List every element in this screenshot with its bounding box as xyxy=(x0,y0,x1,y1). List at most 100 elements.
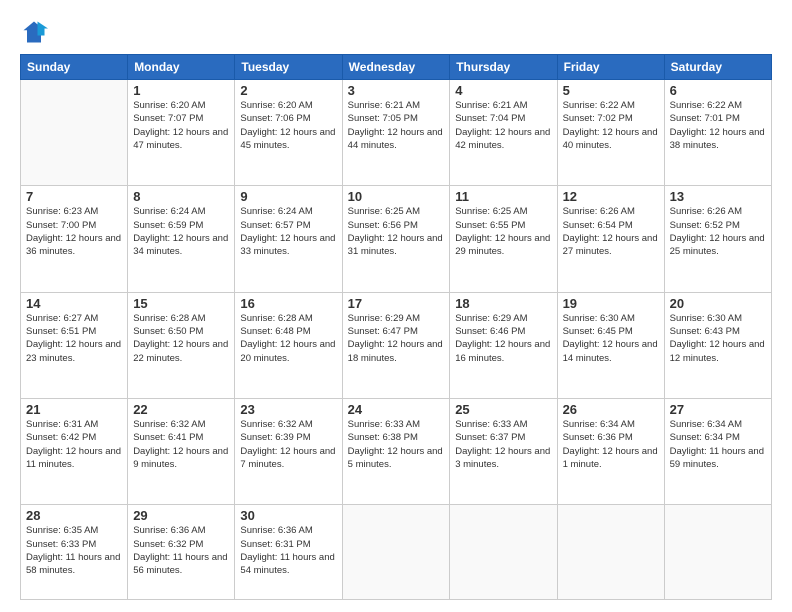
week-row-5: 28Sunrise: 6:35 AMSunset: 6:33 PMDayligh… xyxy=(21,505,772,600)
calendar-cell: 16Sunrise: 6:28 AMSunset: 6:48 PMDayligh… xyxy=(235,292,342,398)
weekday-header-thursday: Thursday xyxy=(450,55,557,80)
day-info: Sunrise: 6:35 AMSunset: 6:33 PMDaylight:… xyxy=(26,524,122,577)
day-info: Sunrise: 6:34 AMSunset: 6:34 PMDaylight:… xyxy=(670,418,766,471)
calendar-cell: 11Sunrise: 6:25 AMSunset: 6:55 PMDayligh… xyxy=(450,186,557,292)
day-number: 4 xyxy=(455,83,551,98)
calendar-cell: 24Sunrise: 6:33 AMSunset: 6:38 PMDayligh… xyxy=(342,399,450,505)
day-number: 15 xyxy=(133,296,229,311)
calendar-cell: 22Sunrise: 6:32 AMSunset: 6:41 PMDayligh… xyxy=(128,399,235,505)
day-info: Sunrise: 6:22 AMSunset: 7:02 PMDaylight:… xyxy=(563,99,659,152)
day-info: Sunrise: 6:23 AMSunset: 7:00 PMDaylight:… xyxy=(26,205,122,258)
day-info: Sunrise: 6:26 AMSunset: 6:52 PMDaylight:… xyxy=(670,205,766,258)
day-number: 6 xyxy=(670,83,766,98)
day-info: Sunrise: 6:21 AMSunset: 7:05 PMDaylight:… xyxy=(348,99,445,152)
day-info: Sunrise: 6:31 AMSunset: 6:42 PMDaylight:… xyxy=(26,418,122,471)
calendar-cell: 29Sunrise: 6:36 AMSunset: 6:32 PMDayligh… xyxy=(128,505,235,600)
day-number: 3 xyxy=(348,83,445,98)
day-info: Sunrise: 6:32 AMSunset: 6:39 PMDaylight:… xyxy=(240,418,336,471)
calendar-cell: 1Sunrise: 6:20 AMSunset: 7:07 PMDaylight… xyxy=(128,80,235,186)
weekday-header-row: SundayMondayTuesdayWednesdayThursdayFrid… xyxy=(21,55,772,80)
day-number: 18 xyxy=(455,296,551,311)
calendar-cell xyxy=(342,505,450,600)
calendar-cell: 20Sunrise: 6:30 AMSunset: 6:43 PMDayligh… xyxy=(664,292,771,398)
weekday-header-friday: Friday xyxy=(557,55,664,80)
calendar-cell: 6Sunrise: 6:22 AMSunset: 7:01 PMDaylight… xyxy=(664,80,771,186)
day-info: Sunrise: 6:22 AMSunset: 7:01 PMDaylight:… xyxy=(670,99,766,152)
calendar-cell: 23Sunrise: 6:32 AMSunset: 6:39 PMDayligh… xyxy=(235,399,342,505)
calendar-cell: 13Sunrise: 6:26 AMSunset: 6:52 PMDayligh… xyxy=(664,186,771,292)
day-info: Sunrise: 6:29 AMSunset: 6:46 PMDaylight:… xyxy=(455,312,551,365)
logo xyxy=(20,18,52,46)
day-number: 9 xyxy=(240,189,336,204)
header xyxy=(20,18,772,46)
day-number: 11 xyxy=(455,189,551,204)
weekday-header-tuesday: Tuesday xyxy=(235,55,342,80)
weekday-header-sunday: Sunday xyxy=(21,55,128,80)
calendar-cell: 15Sunrise: 6:28 AMSunset: 6:50 PMDayligh… xyxy=(128,292,235,398)
calendar-cell: 21Sunrise: 6:31 AMSunset: 6:42 PMDayligh… xyxy=(21,399,128,505)
day-info: Sunrise: 6:21 AMSunset: 7:04 PMDaylight:… xyxy=(455,99,551,152)
day-info: Sunrise: 6:30 AMSunset: 6:43 PMDaylight:… xyxy=(670,312,766,365)
day-number: 1 xyxy=(133,83,229,98)
calendar-cell xyxy=(21,80,128,186)
day-info: Sunrise: 6:25 AMSunset: 6:55 PMDaylight:… xyxy=(455,205,551,258)
day-number: 10 xyxy=(348,189,445,204)
day-info: Sunrise: 6:24 AMSunset: 6:59 PMDaylight:… xyxy=(133,205,229,258)
day-info: Sunrise: 6:27 AMSunset: 6:51 PMDaylight:… xyxy=(26,312,122,365)
calendar-cell: 26Sunrise: 6:34 AMSunset: 6:36 PMDayligh… xyxy=(557,399,664,505)
weekday-header-wednesday: Wednesday xyxy=(342,55,450,80)
calendar-cell: 12Sunrise: 6:26 AMSunset: 6:54 PMDayligh… xyxy=(557,186,664,292)
day-number: 16 xyxy=(240,296,336,311)
day-info: Sunrise: 6:29 AMSunset: 6:47 PMDaylight:… xyxy=(348,312,445,365)
day-info: Sunrise: 6:28 AMSunset: 6:50 PMDaylight:… xyxy=(133,312,229,365)
day-info: Sunrise: 6:33 AMSunset: 6:38 PMDaylight:… xyxy=(348,418,445,471)
day-number: 20 xyxy=(670,296,766,311)
weekday-header-saturday: Saturday xyxy=(664,55,771,80)
calendar-cell: 18Sunrise: 6:29 AMSunset: 6:46 PMDayligh… xyxy=(450,292,557,398)
calendar-cell: 25Sunrise: 6:33 AMSunset: 6:37 PMDayligh… xyxy=(450,399,557,505)
logo-icon xyxy=(20,18,48,46)
day-number: 19 xyxy=(563,296,659,311)
calendar-cell xyxy=(664,505,771,600)
week-row-4: 21Sunrise: 6:31 AMSunset: 6:42 PMDayligh… xyxy=(21,399,772,505)
calendar-cell: 2Sunrise: 6:20 AMSunset: 7:06 PMDaylight… xyxy=(235,80,342,186)
day-info: Sunrise: 6:28 AMSunset: 6:48 PMDaylight:… xyxy=(240,312,336,365)
day-info: Sunrise: 6:20 AMSunset: 7:06 PMDaylight:… xyxy=(240,99,336,152)
day-number: 17 xyxy=(348,296,445,311)
calendar-cell: 7Sunrise: 6:23 AMSunset: 7:00 PMDaylight… xyxy=(21,186,128,292)
week-row-1: 1Sunrise: 6:20 AMSunset: 7:07 PMDaylight… xyxy=(21,80,772,186)
calendar-cell: 30Sunrise: 6:36 AMSunset: 6:31 PMDayligh… xyxy=(235,505,342,600)
day-info: Sunrise: 6:36 AMSunset: 6:31 PMDaylight:… xyxy=(240,524,336,577)
day-info: Sunrise: 6:25 AMSunset: 6:56 PMDaylight:… xyxy=(348,205,445,258)
day-info: Sunrise: 6:36 AMSunset: 6:32 PMDaylight:… xyxy=(133,524,229,577)
day-number: 7 xyxy=(26,189,122,204)
day-number: 12 xyxy=(563,189,659,204)
day-number: 29 xyxy=(133,508,229,523)
day-number: 22 xyxy=(133,402,229,417)
day-info: Sunrise: 6:24 AMSunset: 6:57 PMDaylight:… xyxy=(240,205,336,258)
weekday-header-monday: Monday xyxy=(128,55,235,80)
day-info: Sunrise: 6:32 AMSunset: 6:41 PMDaylight:… xyxy=(133,418,229,471)
day-number: 8 xyxy=(133,189,229,204)
day-number: 25 xyxy=(455,402,551,417)
day-number: 2 xyxy=(240,83,336,98)
day-number: 14 xyxy=(26,296,122,311)
calendar-cell: 28Sunrise: 6:35 AMSunset: 6:33 PMDayligh… xyxy=(21,505,128,600)
calendar-cell: 9Sunrise: 6:24 AMSunset: 6:57 PMDaylight… xyxy=(235,186,342,292)
calendar-cell: 3Sunrise: 6:21 AMSunset: 7:05 PMDaylight… xyxy=(342,80,450,186)
week-row-2: 7Sunrise: 6:23 AMSunset: 7:00 PMDaylight… xyxy=(21,186,772,292)
calendar-cell xyxy=(450,505,557,600)
calendar-cell: 19Sunrise: 6:30 AMSunset: 6:45 PMDayligh… xyxy=(557,292,664,398)
day-number: 30 xyxy=(240,508,336,523)
day-number: 28 xyxy=(26,508,122,523)
day-info: Sunrise: 6:26 AMSunset: 6:54 PMDaylight:… xyxy=(563,205,659,258)
day-info: Sunrise: 6:34 AMSunset: 6:36 PMDaylight:… xyxy=(563,418,659,471)
calendar-cell: 4Sunrise: 6:21 AMSunset: 7:04 PMDaylight… xyxy=(450,80,557,186)
calendar-cell: 27Sunrise: 6:34 AMSunset: 6:34 PMDayligh… xyxy=(664,399,771,505)
day-number: 27 xyxy=(670,402,766,417)
calendar-cell: 10Sunrise: 6:25 AMSunset: 6:56 PMDayligh… xyxy=(342,186,450,292)
day-number: 26 xyxy=(563,402,659,417)
calendar-cell: 17Sunrise: 6:29 AMSunset: 6:47 PMDayligh… xyxy=(342,292,450,398)
day-number: 21 xyxy=(26,402,122,417)
page: SundayMondayTuesdayWednesdayThursdayFrid… xyxy=(0,0,792,612)
